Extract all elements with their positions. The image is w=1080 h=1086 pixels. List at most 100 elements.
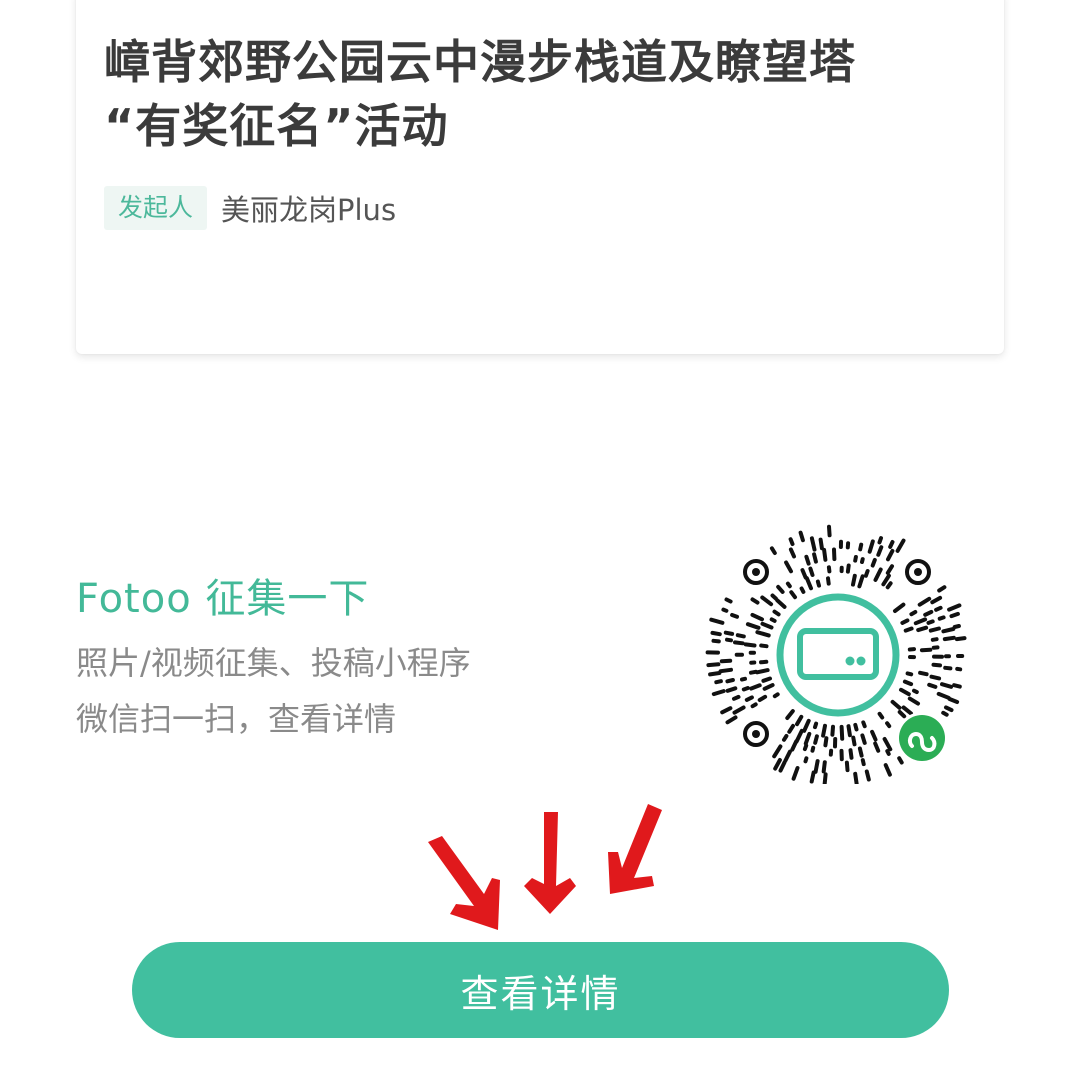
qr-dash (803, 756, 809, 764)
qr-dash (901, 705, 913, 716)
qr-dash (709, 617, 725, 625)
annotation-arrows (428, 804, 662, 930)
red-arrow-icon (428, 836, 500, 930)
qr-dash (941, 710, 949, 717)
qr-dash (930, 595, 943, 605)
qr-dash (895, 538, 906, 553)
qr-dash (760, 595, 774, 607)
activity-card[interactable]: 嶂背郊野公园云中漫步栈道及瞭望塔 “有奖征名”活动 发起人 美丽龙岗Plus (76, 0, 1004, 354)
qr-dash (851, 735, 857, 747)
mini-program-qr-code[interactable] (700, 520, 972, 784)
qr-dash (876, 545, 884, 557)
initiator-row: 发起人 美丽龙岗Plus (104, 186, 396, 230)
qr-dash (810, 745, 816, 753)
qr-dash (809, 536, 817, 552)
qr-dash (802, 743, 809, 752)
qr-dash (785, 581, 792, 589)
qr-dash (804, 576, 813, 591)
qr-dash (769, 617, 777, 623)
promo-title: Fotoo 征集一下 (76, 576, 370, 622)
qr-dash (788, 537, 795, 546)
qr-dash (853, 722, 859, 732)
qr-dash (791, 766, 800, 781)
qr-dash (848, 748, 854, 760)
qr-dash (813, 734, 819, 745)
page: 嶂背郊野公园云中漫步栈道及瞭望塔 “有奖征名”活动 发起人 美丽龙岗Plus F… (0, 0, 1080, 1086)
qr-dash (941, 627, 956, 634)
initiator-label: 发起人 (104, 186, 208, 230)
qr-dash (929, 674, 942, 681)
qr-dash (949, 611, 960, 619)
qr-dash (812, 552, 818, 564)
qr-dash (798, 530, 805, 543)
qr-dash (772, 692, 780, 699)
promo-description: 照片/视频征集、投稿小程序 (76, 644, 471, 682)
qr-dash (886, 548, 895, 562)
view-details-button[interactable]: 查看详情 (132, 942, 949, 1038)
qr-dash (877, 711, 885, 720)
qr-dash (923, 609, 934, 617)
qr-dash (936, 691, 951, 700)
qr-dash (733, 640, 745, 646)
qr-dash (851, 573, 857, 587)
qr-dash (785, 709, 795, 720)
qr-dash (711, 689, 726, 697)
qr-dash (899, 687, 911, 697)
qr-dash (860, 733, 867, 745)
qr-dash (790, 739, 799, 752)
qr-dash (821, 760, 827, 774)
qr-dash (735, 633, 746, 639)
qr-dash (931, 662, 942, 668)
card-icon (776, 593, 900, 717)
qr-dash (890, 699, 902, 710)
qr-dash (815, 579, 821, 588)
qr-dash (845, 563, 851, 574)
qr-finder-top-right (905, 559, 931, 585)
activity-title: 嶂背郊野公园云中漫步栈道及瞭望塔 “有奖征名”活动 (104, 30, 964, 158)
qr-dash (773, 758, 782, 771)
qr-dash (827, 524, 832, 538)
qr-dash (788, 547, 796, 559)
qr-dash (761, 676, 772, 683)
qr-dash (808, 566, 815, 577)
qr-dash (867, 539, 875, 554)
qr-dash (930, 637, 939, 642)
qr-dash (846, 724, 852, 738)
qr-dash (912, 688, 919, 695)
qr-dash (730, 613, 739, 619)
qr-dash (741, 686, 750, 692)
qr-dash (711, 638, 721, 644)
qr-dash (954, 636, 967, 642)
qr-dash (720, 706, 733, 715)
qr-dash (947, 603, 962, 612)
qr-dash (803, 731, 812, 746)
qr-dash (881, 573, 891, 587)
qr-dash (749, 669, 758, 675)
qr-dash (952, 683, 962, 689)
qr-dash (723, 630, 735, 636)
qr-dash (909, 610, 918, 617)
qr-dash (947, 697, 960, 704)
qr-dash (750, 612, 764, 622)
qr-dash (952, 624, 961, 629)
qr-dash (870, 729, 878, 742)
qr-dash (900, 618, 910, 625)
qr-dash (769, 546, 777, 555)
qr-dash (877, 536, 883, 545)
qr-dash (858, 542, 864, 552)
qr-dash (718, 667, 733, 674)
qr-dash (822, 772, 828, 784)
qr-dash (744, 695, 754, 702)
qr-dash (917, 596, 932, 607)
qr-dash (802, 718, 811, 733)
qr-dash (813, 759, 820, 774)
qr-dash (897, 710, 907, 719)
qr-dash (918, 670, 929, 677)
qr-dash (745, 622, 761, 630)
qr-dash (757, 694, 768, 702)
qr-dash (885, 721, 892, 729)
initiator-name[interactable]: 美丽龙岗Plus (221, 187, 396, 229)
qr-dash (710, 630, 722, 637)
qr-dash (818, 537, 824, 551)
qr-dash (750, 597, 760, 605)
